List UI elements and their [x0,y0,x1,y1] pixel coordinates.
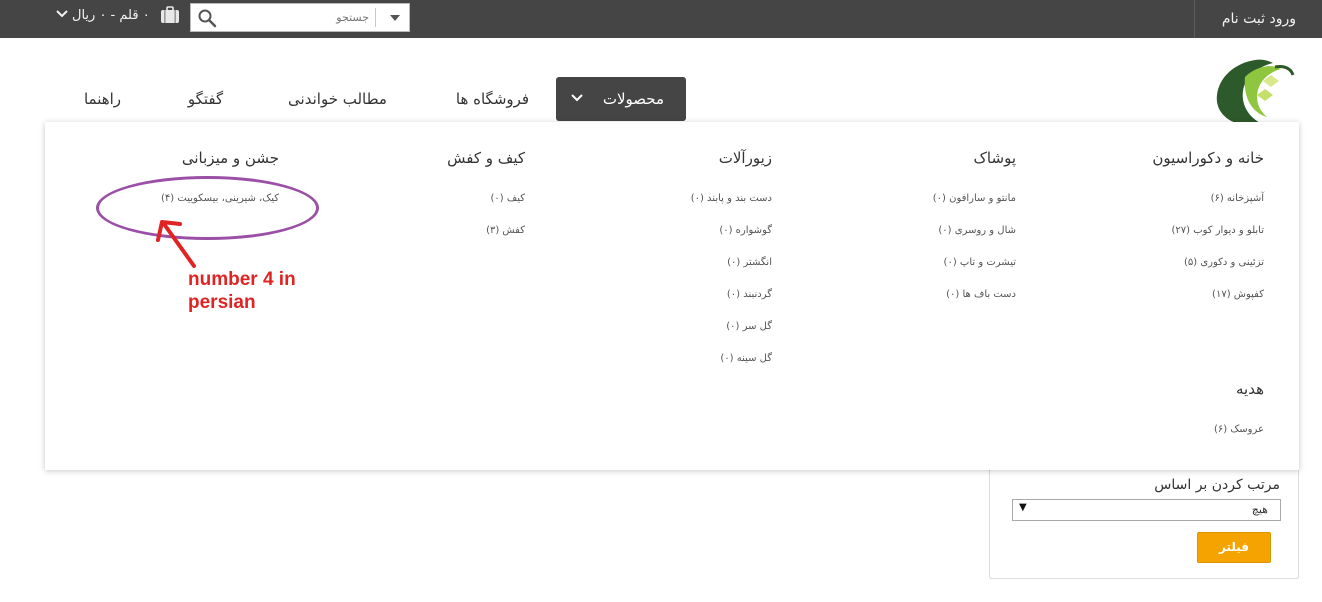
menu-column-bags-shoes: کیف و کفش کیف (۰) کفش (۳) [447,149,525,257]
menu-column-gift: هدیه عروسک (۶) [1214,380,1264,456]
search-box[interactable] [190,3,410,32]
menu-item[interactable]: دست باف ها (۰) [933,289,1016,321]
menu-item[interactable]: کفش (۳) [447,225,525,257]
nav-stores[interactable]: فروشگاه ها [445,77,540,121]
dropdown-arrow-icon: ▼ [1019,502,1027,513]
sort-label: مرتب کردن بر اساس [1154,477,1280,493]
menu-column-clothing: پوشاک مانتو و سارافون (۰) شال و روسری (۰… [933,149,1016,321]
login-link[interactable]: ورود [1269,11,1296,27]
menu-item[interactable]: گوشواره (۰) [691,225,772,257]
menu-item[interactable]: گل سر (۰) [691,321,772,353]
menu-item[interactable]: تزئینی و دکوری (۵) [1152,257,1264,289]
menu-column-title[interactable]: زیورآلات [691,149,772,167]
menu-column-title[interactable]: جشن و میزبانی [161,149,279,167]
annotation-text: number 4 in persian [188,269,296,313]
menu-item[interactable]: کفپوش (۱۷) [1152,289,1264,321]
menu-item[interactable]: مانتو و سارافون (۰) [933,193,1016,225]
nav-chat[interactable]: گفتگو [178,77,233,121]
chevron-down-icon[interactable] [56,10,68,18]
chevron-down-icon[interactable] [390,15,400,21]
search-divider [375,8,376,27]
site-logo[interactable] [1205,55,1295,125]
nav-products[interactable]: محصولات [556,77,686,121]
menu-column-jewelry: زیورآلات دست بند و پابند (۰) گوشواره (۰)… [691,149,772,385]
account-links: ثبت نام ورود [1194,0,1322,38]
register-link[interactable]: ثبت نام [1222,11,1265,27]
search-input[interactable] [221,6,369,29]
menu-item[interactable]: دست بند و پابند (۰) [691,193,772,225]
search-icon[interactable] [197,8,217,28]
menu-column-home-decor: خانه و دکوراسیون آشپزخانه (۶) تابلو و دی… [1152,149,1264,321]
menu-item[interactable]: گردنبند (۰) [691,289,772,321]
menu-item[interactable]: عروسک (۶) [1214,424,1264,456]
menu-column-title[interactable]: خانه و دکوراسیون [1152,149,1264,167]
cart-summary[interactable]: ۰ قلم - ۰ ریال [72,8,150,23]
nav-articles[interactable]: مطالب خواندنی [280,77,395,121]
menu-item[interactable]: آشپزخانه (۶) [1152,193,1264,225]
briefcase-icon[interactable] [160,5,180,25]
menu-item[interactable]: کیف (۰) [447,193,526,225]
menu-item[interactable]: انگشتر (۰) [691,257,772,289]
top-bar: ثبت نام ورود ۰ قلم - ۰ ریال [0,0,1322,38]
menu-column-title[interactable]: هدیه [1214,380,1264,398]
menu-item[interactable]: شال و روسری (۰) [933,225,1016,257]
nav-help[interactable]: راهنما [75,77,130,121]
menu-item[interactable]: گل سینه (۰) [691,353,772,385]
sort-select-value: هیچ [1251,503,1268,516]
menu-item[interactable]: تابلو و دیوار کوب (۲۷) [1152,225,1264,257]
chevron-down-icon [571,94,583,102]
menu-column-title[interactable]: کیف و کفش [447,149,525,167]
nav-products-label: محصولات [602,90,664,108]
filter-button[interactable]: فیلتر [1197,532,1271,563]
menu-column-title[interactable]: پوشاک [933,149,1017,167]
sort-select[interactable]: هیچ ▼ [1012,499,1281,521]
menu-item[interactable]: تیشرت و تاپ (۰) [933,257,1016,289]
